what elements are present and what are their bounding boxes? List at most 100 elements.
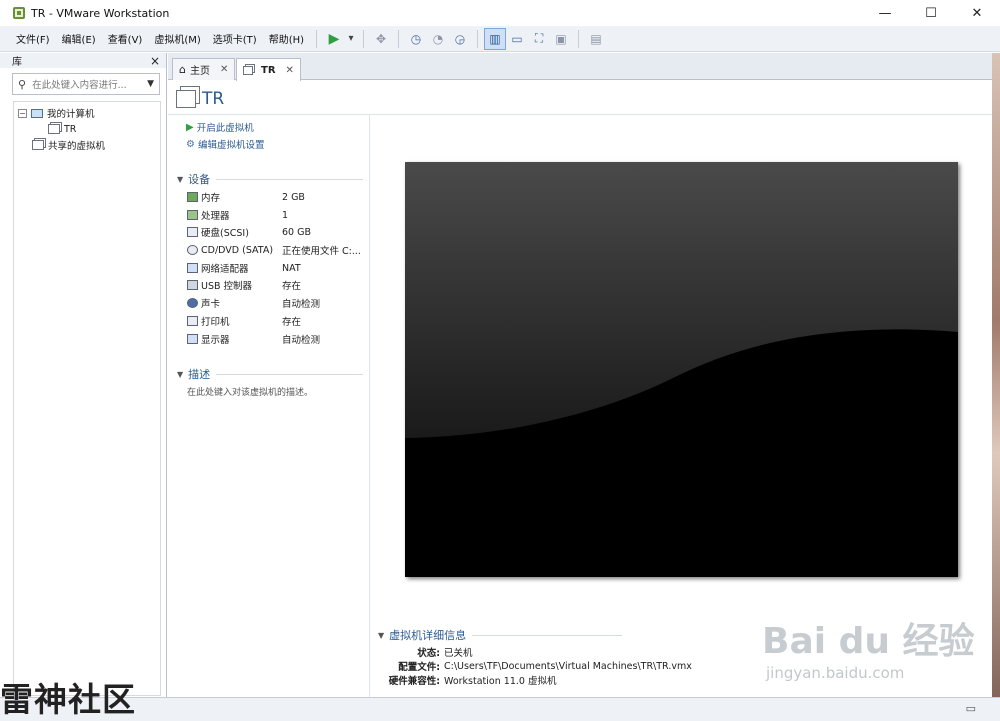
- display-icon: [187, 334, 198, 344]
- close-button[interactable]: ✕: [954, 0, 1000, 26]
- detail-key: 状态:: [417, 648, 440, 659]
- device-row-display[interactable]: 显示器 自动检测: [187, 332, 367, 346]
- power-on-label: 开启此虚拟机: [196, 123, 254, 134]
- edit-settings-link[interactable]: ⚙ 编辑虚拟机设置: [186, 137, 265, 152]
- snapshot-manager-icon[interactable]: ◶: [449, 28, 471, 50]
- console-view-icon[interactable]: ▤: [585, 28, 607, 50]
- toolbar-separator: [316, 29, 318, 48]
- device-row-disk[interactable]: 硬盘(SCSI) 60 GB: [187, 225, 367, 239]
- snapshot-revert-icon[interactable]: ◔: [427, 28, 449, 50]
- device-name: 内存: [201, 193, 221, 204]
- vmware-app-icon: [13, 7, 25, 19]
- tab-home[interactable]: ⌂ 主页 ✕: [172, 58, 236, 80]
- menu-tabs[interactable]: 选项卡(T): [207, 31, 263, 46]
- device-row-network[interactable]: 网络适配器 NAT: [187, 261, 367, 275]
- vm-large-icon: [176, 90, 196, 108]
- unity-icon[interactable]: ▣: [550, 28, 572, 50]
- device-name: 处理器: [201, 211, 230, 222]
- vm-name: TR: [202, 89, 225, 109]
- devices-title: 设备: [188, 173, 211, 186]
- library-view-icon[interactable]: ▥: [484, 27, 507, 50]
- device-row-printer[interactable]: 打印机 存在: [187, 314, 367, 328]
- power-on-link[interactable]: ▶ 开启此虚拟机: [186, 120, 254, 135]
- device-name: 硬盘(SCSI): [201, 228, 249, 239]
- tab-close-icon[interactable]: ✕: [220, 64, 228, 75]
- watermark-text: 雷神社区: [0, 680, 136, 719]
- tree-label: TR: [64, 123, 77, 135]
- divider: [216, 373, 363, 375]
- tab-close-icon[interactable]: ✕: [286, 65, 294, 76]
- power-dropdown-icon[interactable]: ▾: [345, 28, 357, 50]
- vm-header: TR: [176, 85, 224, 113]
- disk-icon: [187, 227, 198, 237]
- menu-edit[interactable]: 编辑(E): [56, 31, 102, 46]
- desktop-background-edge: [992, 53, 1000, 721]
- vm-summary-page: TR ▶ 开启此虚拟机 ⚙ 编辑虚拟机设置 ▼ 设备 内存 2 GB 处理器 1: [168, 81, 992, 697]
- device-value: 自动检测: [282, 299, 321, 310]
- tree-item-vm-tr[interactable]: TR: [14, 121, 160, 137]
- vm-tree: − 我的计算机 TR 共享的虚拟机: [13, 101, 161, 696]
- library-header: 库 ×: [0, 53, 166, 68]
- tab-tr[interactable]: TR ✕: [236, 58, 301, 81]
- device-name: 网络适配器: [201, 264, 249, 275]
- tree-item-shared-vms[interactable]: 共享的虚拟机: [14, 137, 160, 153]
- message-icon[interactable]: ▭: [966, 702, 976, 715]
- description-title: 描述: [188, 368, 211, 381]
- toolbar-separator: [477, 29, 479, 48]
- device-row-cpu[interactable]: 处理器 1: [187, 208, 367, 222]
- sound-icon: [187, 298, 198, 308]
- menu-file[interactable]: 文件(F): [10, 31, 56, 46]
- library-search-field[interactable]: ⚲ 在此处键入内容进行... ▼: [12, 73, 160, 95]
- tab-label: 主页: [189, 66, 210, 77]
- cd-icon: [187, 245, 198, 255]
- device-name: CD/DVD (SATA): [201, 244, 274, 256]
- baidu-logo: Bai du 经验: [762, 621, 975, 662]
- description-section-header[interactable]: ▼ 描述: [177, 366, 363, 382]
- search-input[interactable]: 在此处键入内容进行...: [32, 77, 147, 91]
- collapse-icon[interactable]: −: [18, 108, 27, 118]
- send-ctrl-alt-del-icon[interactable]: ✥: [370, 28, 392, 50]
- collapse-triangle-icon[interactable]: ▼: [177, 370, 183, 379]
- menu-bar: 文件(F) 编辑(E) 查看(V) 虚拟机(M) 选项卡(T) 帮助(H) ▶ …: [0, 26, 1000, 52]
- search-dropdown-icon[interactable]: ▼: [147, 79, 154, 89]
- shared-vm-icon: [32, 140, 44, 150]
- thumbnail-bar-icon[interactable]: ▭: [506, 28, 528, 50]
- detail-key: 硬件兼容性:: [388, 676, 440, 687]
- baidu-url: jingyan.baidu.com: [766, 664, 905, 682]
- window-controls: — ☐ ✕: [862, 0, 1000, 26]
- devices-section-header[interactable]: ▼ 设备: [177, 171, 363, 187]
- cpu-icon: [187, 210, 198, 220]
- device-row-sound[interactable]: 声卡 自动检测: [187, 296, 367, 310]
- detail-value: 已关机: [444, 648, 473, 659]
- toolbar-separator: [578, 29, 580, 48]
- tree-item-my-computer[interactable]: − 我的计算机: [14, 105, 160, 121]
- edit-settings-label: 编辑虚拟机设置: [197, 140, 265, 151]
- device-value: 2 GB: [282, 191, 305, 203]
- divider: [472, 634, 623, 636]
- details-title: 虚拟机详细信息: [389, 629, 467, 642]
- description-field[interactable]: 在此处键入对该虚拟机的描述。: [187, 385, 313, 398]
- library-close-icon[interactable]: ×: [150, 54, 160, 68]
- snapshot-take-icon[interactable]: ◷: [405, 28, 427, 50]
- menu-view[interactable]: 查看(V): [102, 31, 149, 46]
- detail-value: Workstation 11.0 虚拟机: [444, 676, 557, 687]
- collapse-triangle-icon[interactable]: ▼: [378, 631, 384, 640]
- title-bar: TR - VMware Workstation — ☐ ✕: [0, 0, 1000, 26]
- device-row-usb[interactable]: USB 控制器 存在: [187, 278, 367, 292]
- vm-icon: [243, 65, 253, 75]
- maximize-button[interactable]: ☐: [908, 0, 954, 26]
- menu-help[interactable]: 帮助(H): [263, 31, 310, 46]
- power-on-icon[interactable]: ▶: [323, 28, 345, 50]
- menu-vm[interactable]: 虚拟机(M): [148, 31, 206, 46]
- tree-label: 共享的虚拟机: [48, 141, 106, 152]
- collapse-triangle-icon[interactable]: ▼: [177, 175, 183, 184]
- minimize-button[interactable]: —: [862, 0, 908, 26]
- device-row-memory[interactable]: 内存 2 GB: [187, 190, 367, 204]
- vm-screen-preview[interactable]: [405, 162, 958, 577]
- window-title: TR - VMware Workstation: [31, 6, 170, 20]
- computer-icon: [31, 108, 43, 118]
- device-row-cd[interactable]: CD/DVD (SATA) 正在使用文件 C:...: [187, 243, 367, 257]
- printer-icon: [187, 316, 198, 326]
- device-value: 存在: [282, 317, 302, 328]
- full-screen-icon[interactable]: ⛶: [528, 28, 550, 50]
